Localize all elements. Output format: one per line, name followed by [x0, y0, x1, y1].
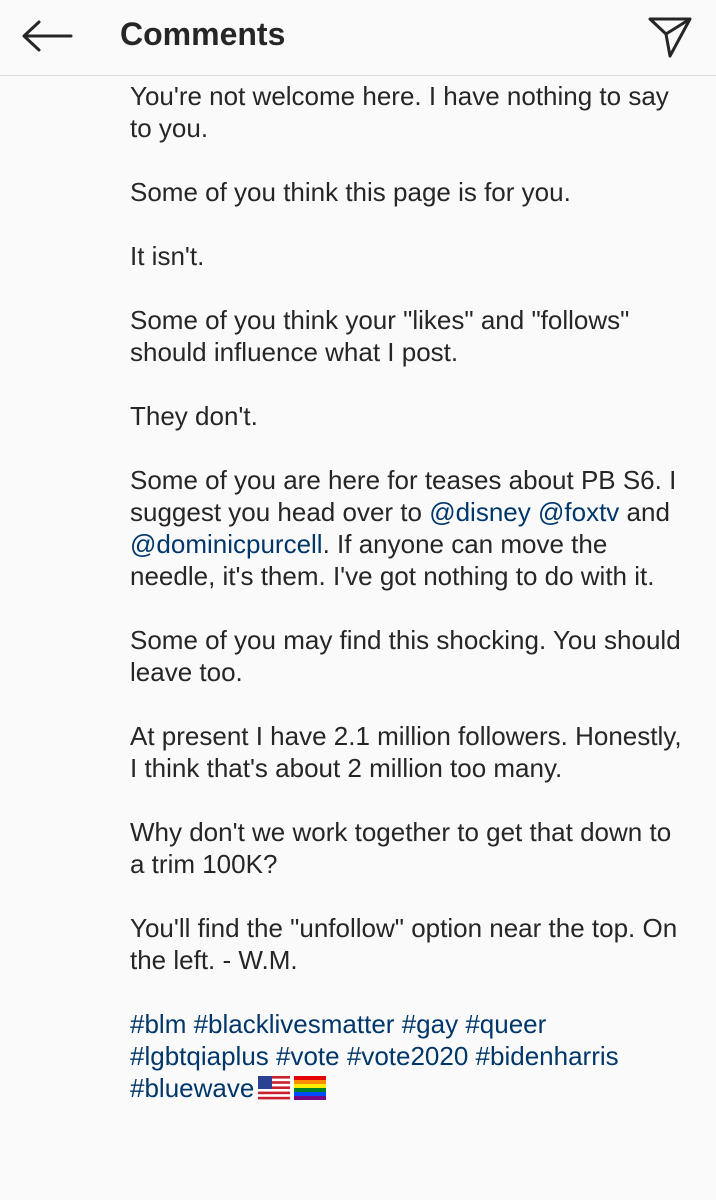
mention-link-dominicpurcell[interactable]: @dominicpurcell	[130, 529, 323, 559]
hashtag-link[interactable]: #bluewave	[130, 1073, 254, 1103]
hashtag-link[interactable]: #lgbtqiaplus	[130, 1041, 269, 1071]
hashtag-link[interactable]: #queer	[465, 1009, 546, 1039]
hashtag-link[interactable]: #blm	[130, 1009, 186, 1039]
hashtag-link[interactable]: #vote2020	[347, 1041, 468, 1071]
caption-paragraph: They don't.	[130, 401, 258, 431]
hashtag-link[interactable]: #vote	[276, 1041, 340, 1071]
caption-paragraph: Some of you may find this shocking. You …	[130, 625, 681, 687]
arrow-left-icon	[22, 20, 73, 52]
mention-link-foxtv[interactable]: @foxtv	[538, 497, 619, 527]
hashtag-link[interactable]: #bidenharris	[476, 1041, 619, 1071]
hashtag-link[interactable]: #blacklivesmatter	[194, 1009, 395, 1039]
caption-body: You're not welcome here. I have nothing …	[130, 80, 690, 1136]
caption-paragraph: Why don't we work together to get that d…	[130, 817, 672, 879]
caption-paragraph: It isn't.	[130, 241, 205, 271]
caption-paragraph: At present I have 2.1 million followers.…	[130, 721, 682, 783]
us-flag-emoji	[258, 1076, 291, 1100]
caption-paragraph: You're not welcome here. I have nothing …	[130, 81, 669, 143]
paper-plane-icon	[648, 17, 692, 58]
hashtag-list: #blm #blacklivesmatter #gay #queer #lgbt…	[130, 1008, 690, 1104]
caption-text: and	[619, 497, 670, 527]
back-button[interactable]	[18, 12, 74, 60]
page-title: Comments	[120, 16, 286, 52]
caption-paragraph: You'll find the "unfollow" option near t…	[130, 913, 678, 975]
top-bar: Comments	[0, 0, 716, 76]
share-button[interactable]	[644, 10, 696, 62]
mention-link-disney[interactable]: @disney	[429, 497, 531, 527]
caption-paragraph: Some of you think your "likes" and "foll…	[130, 305, 630, 367]
hashtag-link[interactable]: #gay	[402, 1009, 458, 1039]
rainbow-flag-emoji	[294, 1076, 327, 1100]
caption-paragraph: Some of you are here for teases about PB…	[130, 464, 690, 592]
caption-paragraph: Some of you think this page is for you.	[130, 177, 571, 207]
